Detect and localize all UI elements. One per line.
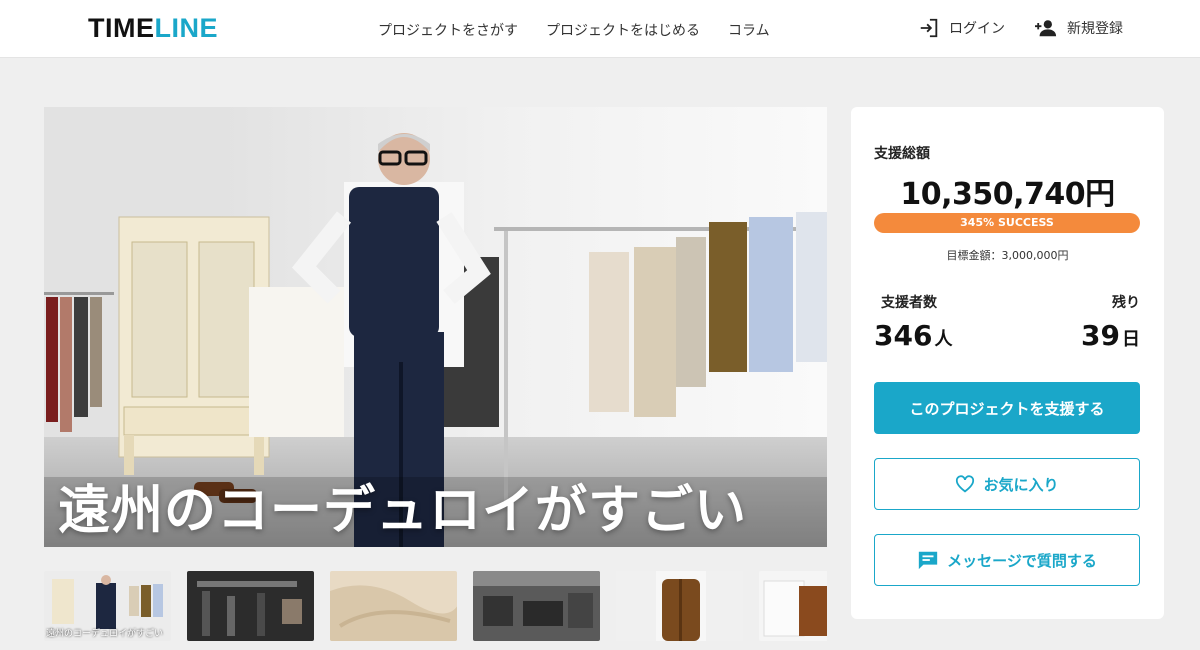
login-icon [920, 18, 938, 38]
thumbnail-6[interactable] [759, 571, 827, 641]
heart-icon [956, 475, 975, 493]
thumbnail-4[interactable] [473, 571, 600, 641]
support-project-button[interactable]: このプロジェクトを支援する [874, 382, 1140, 434]
thumbnail-5-image [616, 571, 743, 641]
signup-label: 新規登録 [1067, 21, 1123, 37]
thumbnail-3[interactable] [330, 571, 457, 641]
message-icon [918, 551, 938, 570]
nav-start-project[interactable]: プロジェクトをはじめる [546, 20, 700, 40]
backers-value: 346 [874, 319, 933, 352]
backers-label: 支援者数 [881, 295, 937, 311]
remaining-label: 残り [1112, 295, 1140, 311]
nav-find-projects[interactable]: プロジェクトをさがす [378, 20, 518, 40]
login-label: ログイン [949, 21, 1005, 37]
funding-progress-bar: 345% SUCCESS [874, 213, 1140, 233]
funding-panel: 支援総額 10,350,740円 345% SUCCESS 目標金額：3,000… [851, 107, 1164, 619]
project-hero-image[interactable]: 遠州のコーデュロイがすごい [44, 107, 827, 547]
signup-link[interactable]: 新規登録 [1034, 17, 1123, 39]
thumbnail-3-image [330, 571, 457, 641]
message-label: メッセージで質問する [947, 551, 1097, 570]
backers-unit: 人 [934, 329, 953, 350]
days-unit: 日 [1122, 329, 1140, 350]
total-amount-label: 支援総額 [874, 146, 930, 162]
thumbnail-6-image [759, 571, 827, 641]
thumbnail-1[interactable]: 遠州のコーデュロイがすごい [44, 571, 171, 641]
thumbnail-strip: 遠州のコーデュロイがすごい [44, 571, 827, 641]
favorite-button[interactable]: お気に入り [874, 458, 1140, 510]
thumbnail-2[interactable] [187, 571, 314, 641]
backers-count: 346 人 [874, 319, 952, 352]
favorite-label: お気に入り [983, 475, 1059, 494]
logo-text-line: LINE [154, 13, 219, 43]
thumbnail-2-image [187, 571, 314, 641]
thumbnail-5[interactable] [616, 571, 743, 641]
add-user-icon [1035, 20, 1057, 37]
login-link[interactable]: ログイン [918, 17, 1005, 39]
hero-title: 遠州のコーデュロイがすごい [58, 481, 748, 541]
message-button[interactable]: メッセージで質問する [874, 534, 1140, 586]
goal-amount: 目標金額：3,000,000円 [946, 249, 1069, 262]
nav-column[interactable]: コラム [728, 20, 770, 40]
thumbnail-4-image [473, 571, 600, 641]
thumbnail-1-caption: 遠州のコーデュロイがすごい [46, 629, 164, 639]
days-remaining: 39 日 [1081, 319, 1140, 352]
site-header: TIMELINE プロジェクトをさがす プロジェクトをはじめる コラム ログイン… [0, 0, 1200, 58]
days-value: 39 [1081, 319, 1120, 352]
timeline-logo[interactable]: TIMELINE [88, 13, 218, 44]
total-amount: 10,350,740円 [900, 177, 1115, 212]
logo-text-time: TIME [88, 13, 155, 43]
